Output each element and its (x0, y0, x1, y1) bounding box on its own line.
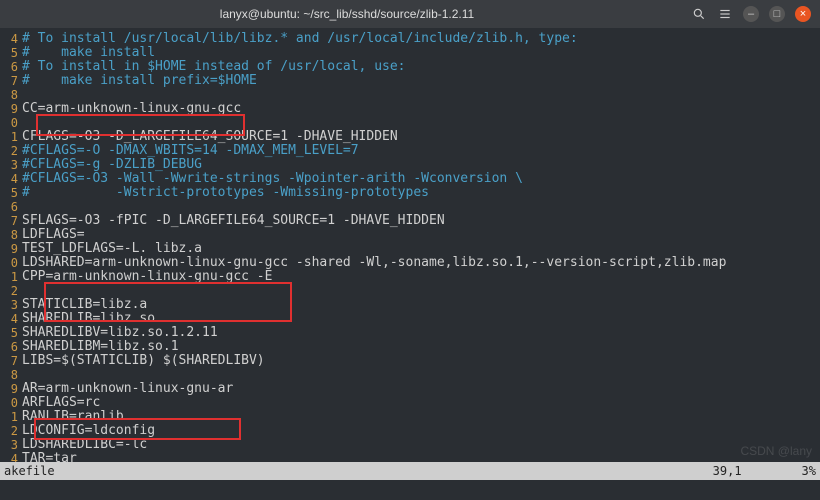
code-line: CC=arm-unknown-linux-gnu-gcc (22, 102, 820, 116)
code-line (22, 88, 820, 102)
code-line: CPP=arm-unknown-linux-gnu-gcc -E (22, 270, 820, 284)
line-number: 5 (0, 186, 18, 200)
line-number: 1 (0, 130, 18, 144)
code-line: # make install (22, 46, 820, 60)
watermark: CSDN @lany (740, 444, 812, 458)
code-line: AR=arm-unknown-linux-gnu-ar (22, 382, 820, 396)
search-icon[interactable] (688, 3, 710, 25)
code-line: LIBS=$(STATICLIB) $(SHAREDLIBV) (22, 354, 820, 368)
line-number: 0 (0, 396, 18, 410)
code-line: ARFLAGS=rc (22, 396, 820, 410)
line-number: 2 (0, 424, 18, 438)
code-area[interactable]: # To install /usr/local/lib/libz.* and /… (22, 28, 820, 466)
code-line (22, 368, 820, 382)
line-number: 4 (0, 172, 18, 186)
code-line: LDFLAGS= (22, 228, 820, 242)
line-number: 7 (0, 354, 18, 368)
code-line: #CFLAGS=-g -DZLIB_DEBUG (22, 158, 820, 172)
code-line: #CFLAGS=-O3 -Wall -Wwrite-strings -Wpoin… (22, 172, 820, 186)
line-number: 7 (0, 74, 18, 88)
code-line: #CFLAGS=-O -DMAX_WBITS=14 -DMAX_MEM_LEVE… (22, 144, 820, 158)
line-number: 4 (0, 32, 18, 46)
minimize-button[interactable]: – (740, 3, 762, 25)
code-line: SHAREDLIB=libz.so (22, 312, 820, 326)
code-line: # -Wstrict-prototypes -Wmissing-prototyp… (22, 186, 820, 200)
line-gutter: 4567890123456789012345678901234 (0, 28, 18, 466)
line-number: 5 (0, 326, 18, 340)
editor-pane[interactable]: 4567890123456789012345678901234 # To ins… (0, 28, 820, 480)
line-number: 9 (0, 102, 18, 116)
code-line: CFLAGS=-O3 -D_LARGEFILE64_SOURCE=1 -DHAV… (22, 130, 820, 144)
titlebar: lanyx@ubuntu: ~/src_lib/sshd/source/zlib… (0, 0, 820, 28)
line-number: 8 (0, 88, 18, 102)
hamburger-icon[interactable] (714, 3, 736, 25)
line-number: 9 (0, 242, 18, 256)
code-line (22, 284, 820, 298)
code-line: LDCONFIG=ldconfig (22, 424, 820, 438)
code-line (22, 116, 820, 130)
code-line: LDSHARED=arm-unknown-linux-gnu-gcc -shar… (22, 256, 820, 270)
close-button[interactable]: × (792, 3, 814, 25)
line-number: 5 (0, 46, 18, 60)
status-percent: 3% (802, 464, 816, 478)
line-number: 4 (0, 312, 18, 326)
code-line: TEST_LDFLAGS=-L. libz.a (22, 242, 820, 256)
code-line: # To install in $HOME instead of /usr/lo… (22, 60, 820, 74)
code-line: STATICLIB=libz.a (22, 298, 820, 312)
code-line: # To install /usr/local/lib/libz.* and /… (22, 32, 820, 46)
code-line: RANLIB=ranlib (22, 410, 820, 424)
line-number: 3 (0, 158, 18, 172)
status-bar: akefile 39,1 3% (0, 462, 820, 480)
code-line: SHAREDLIBM=libz.so.1 (22, 340, 820, 354)
line-number: 6 (0, 340, 18, 354)
line-number: 0 (0, 256, 18, 270)
line-number: 8 (0, 368, 18, 382)
line-number: 2 (0, 144, 18, 158)
code-line: SFLAGS=-O3 -fPIC -D_LARGEFILE64_SOURCE=1… (22, 214, 820, 228)
line-number: 6 (0, 200, 18, 214)
line-number: 1 (0, 270, 18, 284)
code-line (22, 200, 820, 214)
line-number: 6 (0, 60, 18, 74)
status-position: 39,1 (713, 464, 742, 478)
line-number: 7 (0, 214, 18, 228)
line-number: 3 (0, 298, 18, 312)
code-line: # make install prefix=$HOME (22, 74, 820, 88)
line-number: 2 (0, 284, 18, 298)
line-number: 0 (0, 116, 18, 130)
line-number: 9 (0, 382, 18, 396)
window-title: lanyx@ubuntu: ~/src_lib/sshd/source/zlib… (6, 7, 688, 21)
code-line: SHAREDLIBV=libz.so.1.2.11 (22, 326, 820, 340)
maximize-button[interactable]: □ (766, 3, 788, 25)
window-buttons: – □ × (688, 3, 814, 25)
code-line: LDSHAREDLIBC=-lc (22, 438, 820, 452)
line-number: 1 (0, 410, 18, 424)
status-filename: akefile (4, 464, 55, 478)
line-number: 8 (0, 228, 18, 242)
line-number: 3 (0, 438, 18, 452)
